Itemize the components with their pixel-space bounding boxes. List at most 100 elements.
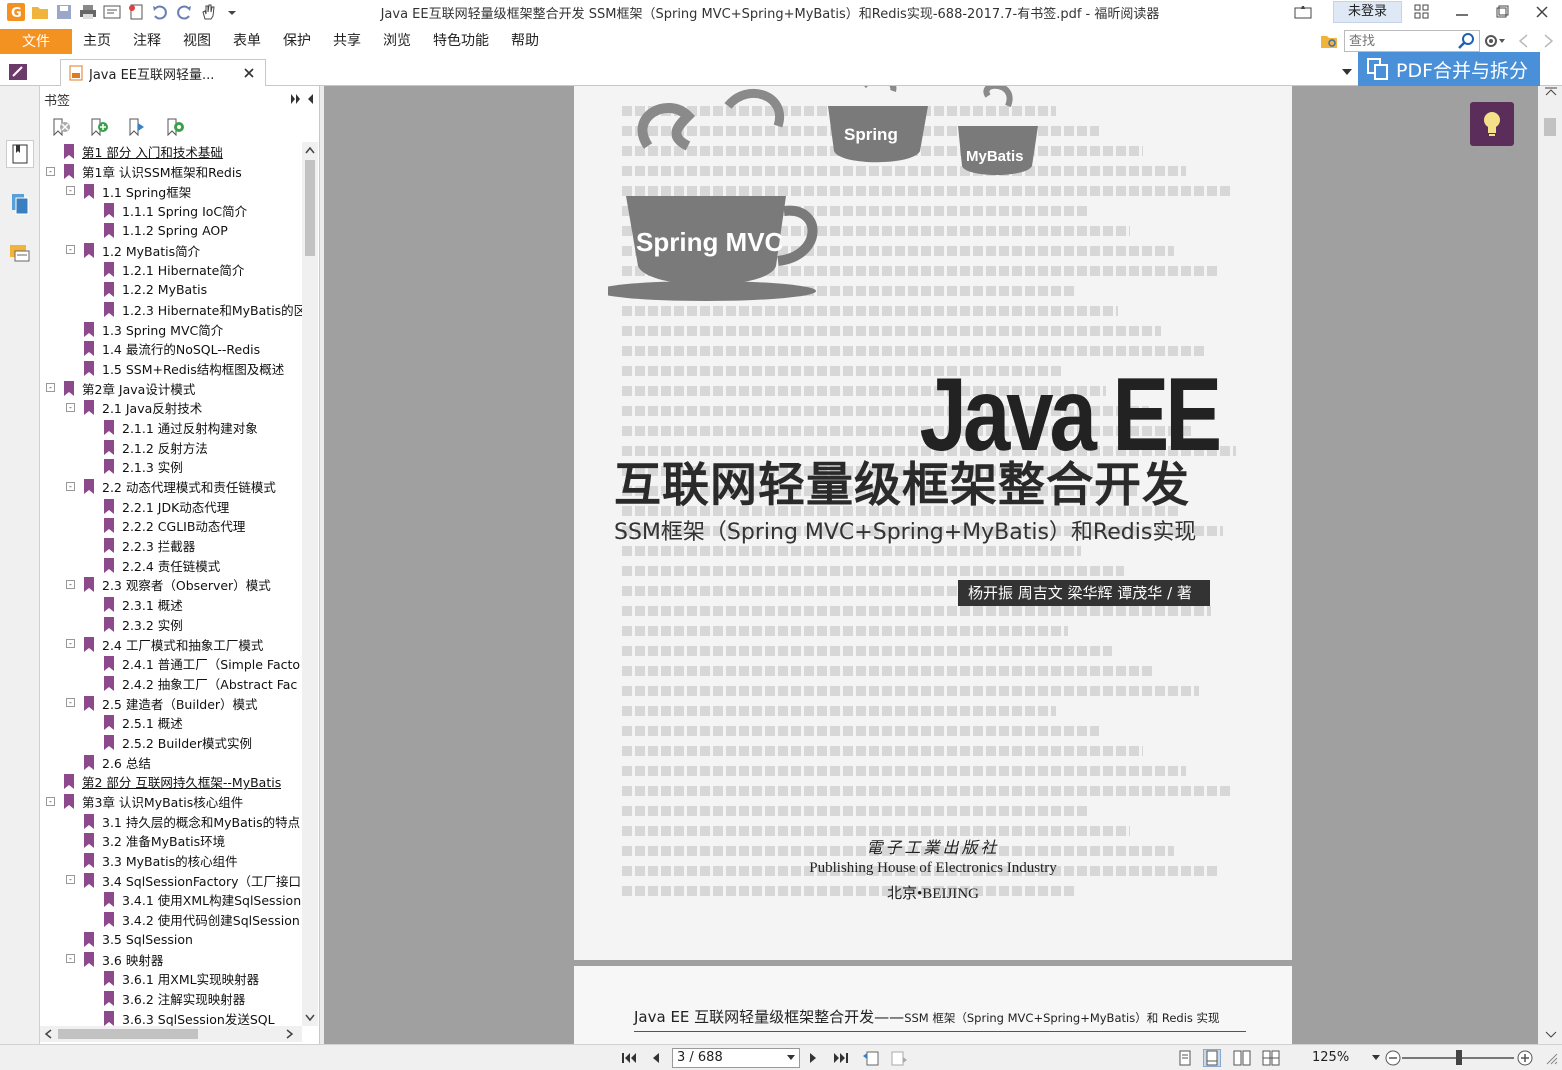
menu-view[interactable]: 视图 bbox=[172, 29, 222, 54]
search-input[interactable] bbox=[1349, 33, 1457, 49]
bookmark-vertical-scrollbar[interactable] bbox=[302, 142, 318, 1026]
panel-collapse-icon[interactable] bbox=[306, 93, 314, 105]
menu-home[interactable]: 主页 bbox=[72, 29, 122, 54]
bookmark-item[interactable]: 3.6.2 注解实现映射器 bbox=[40, 989, 302, 1009]
bookmark-item[interactable]: 第1 部分 入门和技术基础 bbox=[40, 142, 302, 162]
minimize-button[interactable] bbox=[1442, 0, 1482, 24]
app-logo-icon[interactable]: G bbox=[6, 2, 26, 22]
menu-file[interactable]: 文件 bbox=[0, 28, 72, 54]
bookmark-item[interactable]: 2.1.1 通过反射构建对象 bbox=[40, 418, 302, 438]
doc-scroll-top-icon[interactable] bbox=[1544, 86, 1558, 96]
page-thumbnails-icon[interactable] bbox=[6, 190, 34, 218]
bookmark-item[interactable]: 2.3.2 实例 bbox=[40, 615, 302, 635]
bookmark-item[interactable]: 2.4.1 普通工厂（Simple Facto bbox=[40, 654, 302, 674]
bookmark-item[interactable]: 1.1.1 Spring IoC简介 bbox=[40, 201, 302, 221]
bookmark-item[interactable]: 3.6.1 用XML实现映射器 bbox=[40, 969, 302, 989]
properties-icon[interactable] bbox=[102, 2, 122, 22]
bookmark-item[interactable]: 2.2.4 责任链模式 bbox=[40, 555, 302, 575]
bookmark-item[interactable]: 3.4.2 使用代码创建SqlSession bbox=[40, 910, 302, 930]
bookmark-item[interactable]: 2.2.3 拦截器 bbox=[40, 536, 302, 556]
bookmark-item[interactable]: 1.1.2 Spring AOP bbox=[40, 221, 302, 241]
bookmark-item[interactable]: 2.1.3 实例 bbox=[40, 457, 302, 477]
bookmark-item[interactable]: 2.3.1 概述 bbox=[40, 595, 302, 615]
bookmark-item[interactable]: - 第1章 认识SSM框架和Redis bbox=[40, 162, 302, 182]
promote-bookmark-icon[interactable] bbox=[126, 117, 148, 137]
scroll-right-icon[interactable] bbox=[286, 1029, 294, 1039]
collapse-toggle-icon[interactable]: - bbox=[46, 796, 55, 806]
login-button[interactable]: 未登录 bbox=[1332, 1, 1402, 23]
bookmark-panel-icon[interactable] bbox=[6, 140, 34, 168]
zoom-dropdown-icon[interactable] bbox=[1372, 1055, 1380, 1061]
collapse-toggle-icon[interactable]: - bbox=[66, 875, 75, 885]
bookmark-item[interactable]: - 第2章 Java设计模式 bbox=[40, 378, 302, 398]
bookmark-item[interactable]: 2.2.1 JDK动态代理 bbox=[40, 496, 302, 516]
restore-button[interactable] bbox=[1482, 0, 1522, 24]
menu-protect[interactable]: 保护 bbox=[272, 29, 322, 54]
collapse-toggle-icon[interactable]: - bbox=[46, 383, 55, 393]
scroll-down-icon[interactable] bbox=[305, 1014, 315, 1022]
bookmark-item[interactable]: 3.2 准备MyBatis环境 bbox=[40, 831, 302, 851]
previous-page-icon[interactable] bbox=[647, 1049, 665, 1067]
zoom-level[interactable]: 125% bbox=[1312, 1050, 1349, 1065]
bookmark-item[interactable]: 2.2.2 CGLIB动态代理 bbox=[40, 516, 302, 536]
doc-scroll-down-icon[interactable] bbox=[1544, 1030, 1558, 1040]
collapse-toggle-icon[interactable]: - bbox=[66, 245, 75, 255]
redo-icon[interactable] bbox=[174, 2, 194, 22]
bookmark-item[interactable]: 3.5 SqlSession bbox=[40, 930, 302, 950]
bookmark-item[interactable]: 第2 部分 互联网持久框架--MyBatis bbox=[40, 772, 302, 792]
collapse-toggle-icon[interactable]: - bbox=[66, 402, 75, 412]
single-page-view-icon[interactable] bbox=[1176, 1049, 1194, 1067]
menu-form[interactable]: 表单 bbox=[222, 29, 272, 54]
bookmark-item[interactable]: - 3.4 SqlSessionFactory（工厂接口 bbox=[40, 870, 302, 890]
continuous-facing-view-icon[interactable] bbox=[1262, 1049, 1280, 1067]
customize-qa-dropdown-icon[interactable] bbox=[222, 2, 242, 22]
open-folder-icon[interactable] bbox=[30, 2, 50, 22]
tab-list-dropdown-icon[interactable] bbox=[1340, 64, 1354, 78]
collapse-toggle-icon[interactable]: - bbox=[66, 481, 75, 491]
page-dropdown-icon[interactable] bbox=[787, 1055, 795, 1061]
bookmark-item[interactable]: - 2.1 Java反射技术 bbox=[40, 398, 302, 418]
menu-features[interactable]: 特色功能 bbox=[422, 29, 500, 54]
collapse-toggle-icon[interactable]: - bbox=[66, 186, 75, 196]
zoom-in-icon[interactable] bbox=[1516, 1049, 1534, 1067]
print-icon[interactable] bbox=[78, 2, 98, 22]
zoom-out-icon[interactable] bbox=[1384, 1049, 1402, 1067]
document-view[interactable]: Spring MVC Spring MyBatis Java EE 互联网轻量级… bbox=[324, 86, 1538, 1044]
layout-grid-icon[interactable] bbox=[1402, 0, 1442, 24]
search-icon[interactable] bbox=[1457, 32, 1475, 50]
next-view-icon[interactable] bbox=[890, 1049, 908, 1067]
menu-share[interactable]: 共享 bbox=[322, 29, 372, 54]
next-page-icon[interactable] bbox=[804, 1049, 822, 1067]
resize-grip-icon[interactable] bbox=[1542, 1049, 1560, 1067]
bookmark-item[interactable]: - 2.5 建造者（Builder）模式 bbox=[40, 693, 302, 713]
ribbon-toggle-icon[interactable] bbox=[1283, 0, 1323, 24]
bookmark-properties-icon[interactable] bbox=[164, 117, 186, 137]
tab-menu-icon[interactable] bbox=[8, 62, 30, 82]
bookmark-item[interactable]: 1.3 Spring MVC简介 bbox=[40, 319, 302, 339]
save-icon[interactable] bbox=[54, 2, 74, 22]
facing-view-icon[interactable] bbox=[1233, 1049, 1251, 1067]
bookmark-item[interactable]: 2.6 总结 bbox=[40, 752, 302, 772]
collapse-toggle-icon[interactable]: - bbox=[66, 580, 75, 590]
bookmark-horizontal-scrollbar[interactable] bbox=[40, 1026, 302, 1042]
comments-panel-icon[interactable] bbox=[6, 240, 34, 268]
add-bookmark-icon[interactable] bbox=[88, 117, 110, 137]
collapse-toggle-icon[interactable]: - bbox=[46, 166, 55, 176]
bookmark-hscroll-thumb[interactable] bbox=[58, 1029, 198, 1039]
undo-icon[interactable] bbox=[150, 2, 170, 22]
bookmark-scroll-thumb[interactable] bbox=[305, 160, 315, 256]
bookmark-item[interactable]: 1.2.1 Hibernate简介 bbox=[40, 260, 302, 280]
hand-tool-icon[interactable] bbox=[198, 2, 218, 22]
bookmark-item[interactable]: 1.5 SSM+Redis结构框图及概述 bbox=[40, 359, 302, 379]
bookmark-item[interactable]: 3.3 MyBatis的核心组件 bbox=[40, 851, 302, 871]
scroll-left-icon[interactable] bbox=[44, 1029, 52, 1039]
find-folder-icon[interactable] bbox=[1318, 30, 1340, 52]
bookmark-item[interactable]: 2.1.2 反射方法 bbox=[40, 437, 302, 457]
menu-help[interactable]: 帮助 bbox=[500, 29, 550, 54]
bookmark-item[interactable]: 2.5.1 概述 bbox=[40, 713, 302, 733]
collapse-toggle-icon[interactable]: - bbox=[66, 698, 75, 708]
bookmark-item[interactable]: 2.4.2 抽象工厂（Abstract Fac bbox=[40, 674, 302, 694]
bookmark-item[interactable]: - 第3章 认识MyBatis核心组件 bbox=[40, 792, 302, 812]
previous-result-icon[interactable] bbox=[1510, 30, 1536, 52]
bookmark-item[interactable]: 1.4 最流行的NoSQL--Redis bbox=[40, 339, 302, 359]
